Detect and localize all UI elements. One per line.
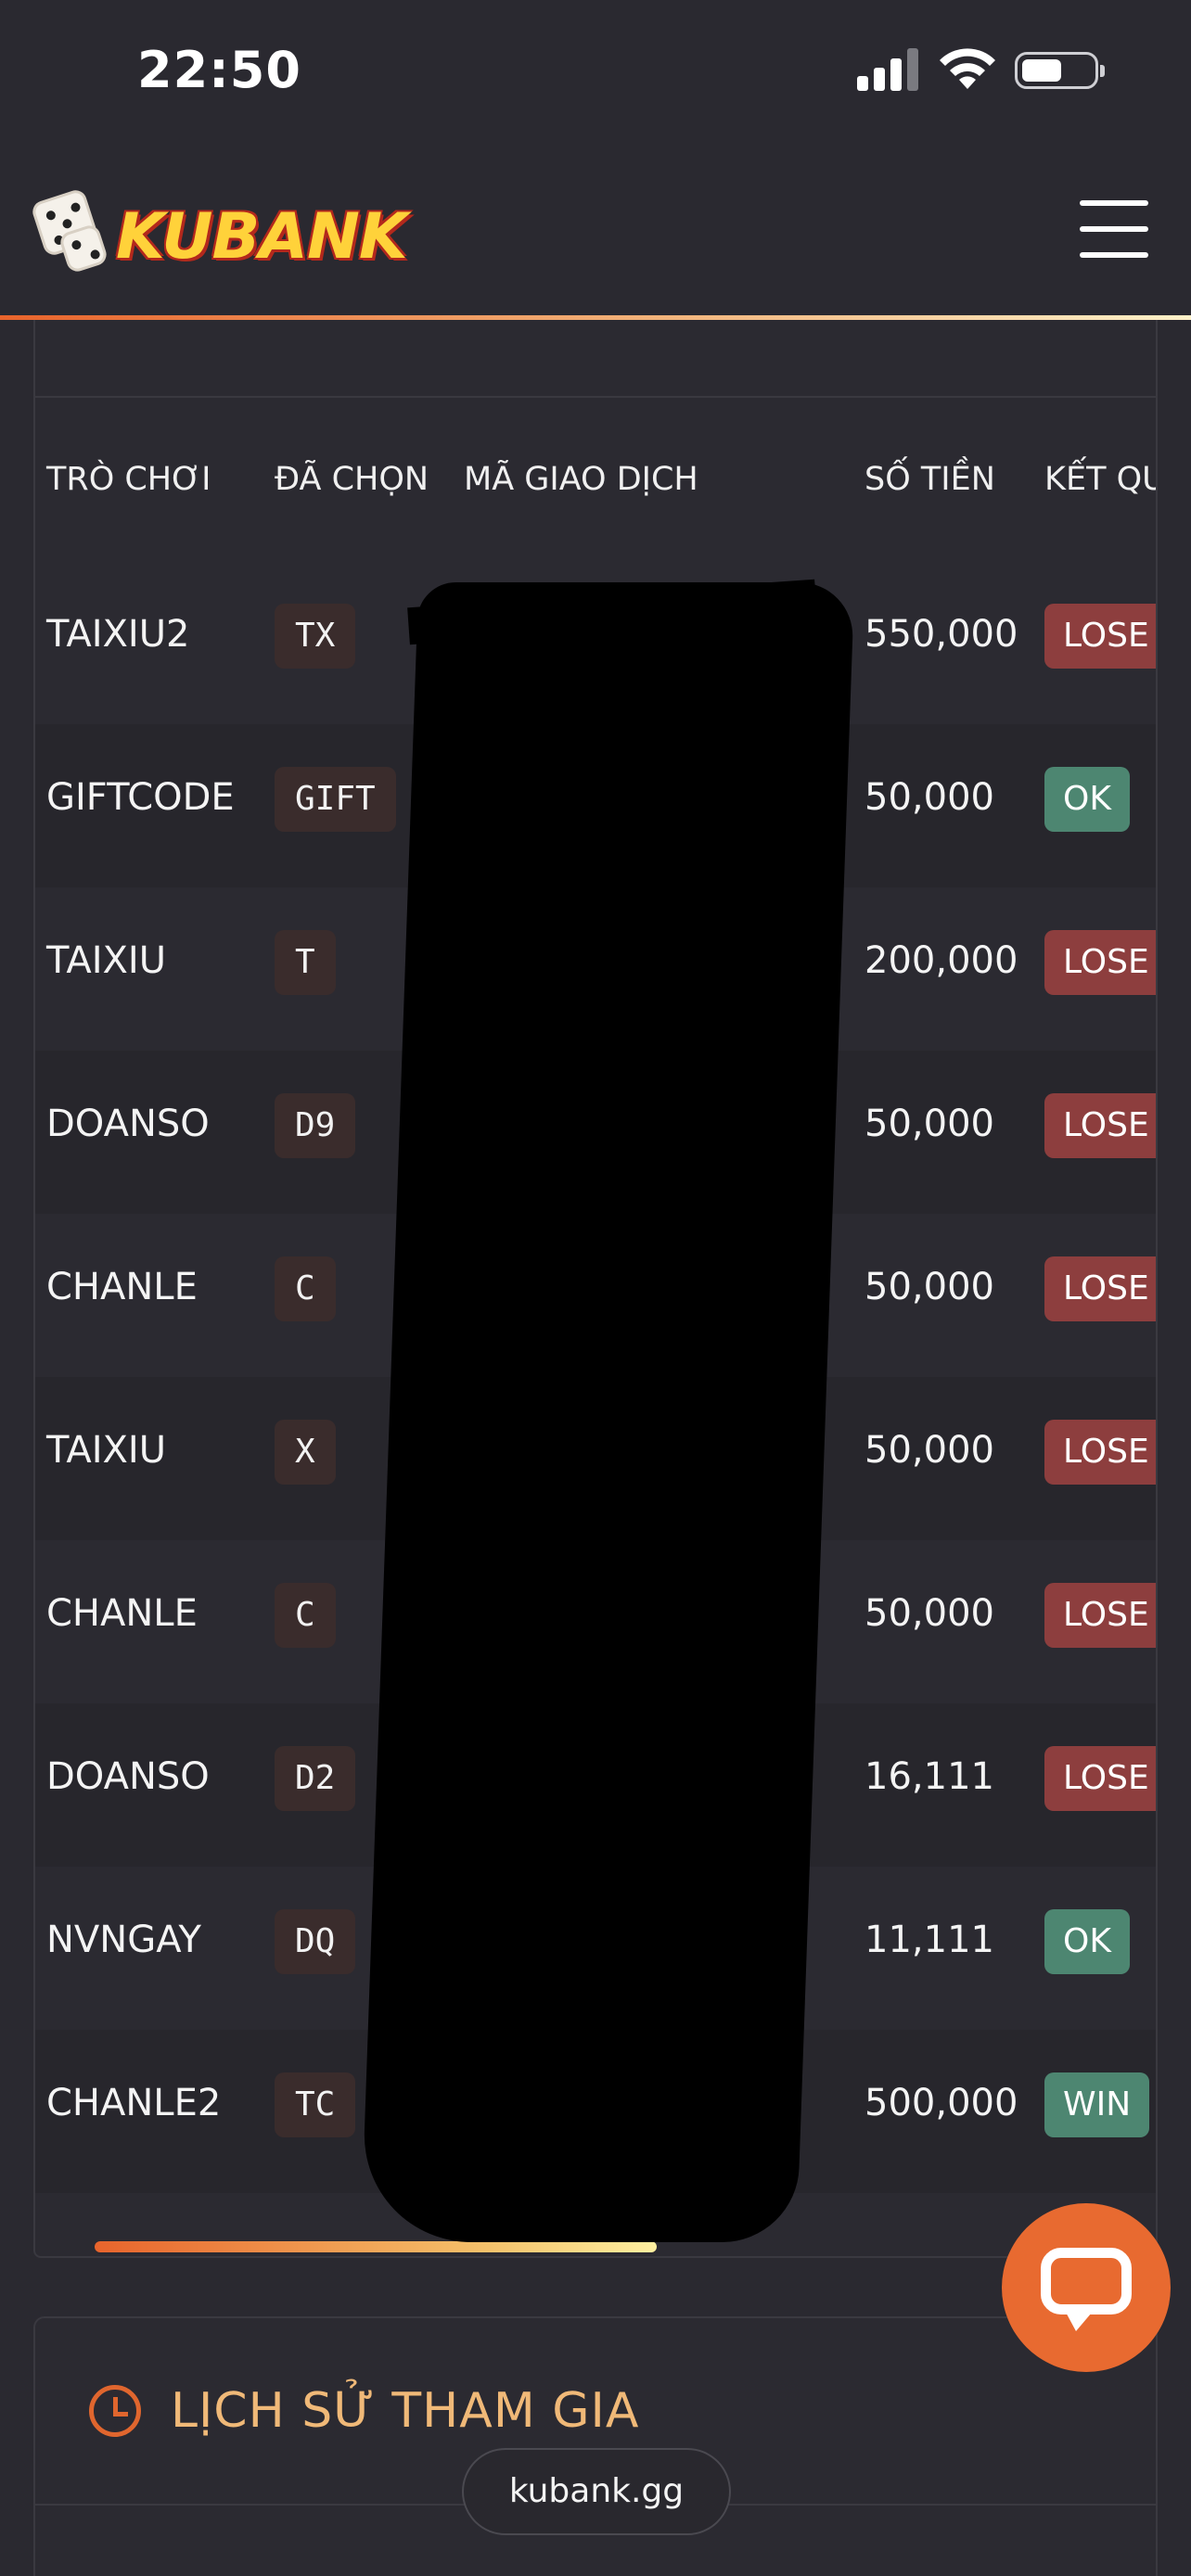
chat-icon-tail [1063,2307,1096,2331]
column-header-pick: ĐÃ CHỌN [275,461,429,498]
pick-badge: C [275,1583,336,1648]
cell-game: DOANSO [46,1103,210,1145]
cell-game: CHANLE2 [46,2082,222,2124]
header-accent-line [0,315,1191,320]
status-bar: 22:50 [0,0,1191,139]
battery-icon [1015,52,1105,89]
cell-amount: 500,000 [864,2082,1018,2124]
signal-icon [857,48,920,91]
result-badge: LOSE [1044,1583,1156,1648]
result-badge: OK [1044,767,1130,832]
cell-game: CHANLE [46,1592,198,1635]
pick-badge: T [275,930,336,995]
cell-amount: 50,000 [864,1103,994,1145]
column-header-amount: SỐ TIỀN [864,461,995,498]
pick-badge: D9 [275,1093,356,1158]
result-badge: LOSE [1044,1256,1156,1321]
result-badge: LOSE [1044,930,1156,995]
chat-button[interactable] [1002,2203,1171,2372]
wifi-icon [940,48,995,89]
chat-icon [1041,2248,1132,2315]
history-title: LỊCH SỬ THAM GIA [171,2383,640,2439]
column-header-transaction: MÃ GIAO DỊCH [464,461,698,498]
site-header: KUBANK [0,139,1191,320]
pick-badge: TX [275,604,356,669]
table-header: TRÒ CHƠI ĐÃ CHỌN MÃ GIAO DỊCH SỐ TIỀN KẾ… [35,398,1156,561]
cell-game: CHANLE [46,1266,198,1308]
column-header-game: TRÒ CHƠI [46,461,211,498]
cell-game: DOANSO [46,1755,210,1798]
redaction-mark [360,582,855,2242]
horizontal-scrollbar[interactable] [95,2241,1133,2252]
cell-amount: 11,111 [864,1919,994,1961]
cell-amount: 50,000 [864,776,994,819]
cell-amount: 50,000 [864,1592,994,1635]
pick-badge: C [275,1256,336,1321]
cell-game: NVNGAY [46,1919,201,1961]
history-card: LỊCH SỬ THAM GIA [33,2316,1158,2576]
pick-badge: DQ [275,1909,356,1974]
cell-amount: 50,000 [864,1266,994,1308]
result-badge: OK [1044,1909,1130,1974]
result-badge: LOSE [1044,1420,1156,1485]
pick-badge: D2 [275,1746,356,1811]
scrollbar-thumb[interactable] [95,2241,657,2252]
kubank-logo[interactable]: KUBANK [30,172,492,291]
result-badge: LOSE [1044,1093,1156,1158]
menu-button[interactable] [1080,200,1148,258]
pick-badge: GIFT [275,767,396,832]
cell-game: TAIXIU [46,939,166,982]
cell-game: GIFTCODE [46,776,235,819]
column-header-result: KẾT QU [1044,461,1158,498]
cell-game: TAIXIU [46,1429,166,1472]
clock-icon [89,2385,141,2437]
result-badge: WIN [1044,2072,1150,2137]
cell-amount: 50,000 [864,1429,994,1472]
pick-badge: X [275,1420,336,1485]
cell-amount: 16,111 [864,1755,994,1798]
cell-game: TAIXIU2 [46,613,190,656]
browser-url-pill[interactable]: kubank.gg [462,2448,731,2535]
logo-text: KUBANK [116,200,408,274]
result-badge: LOSE [1044,1746,1156,1811]
cell-amount: 200,000 [864,939,1018,982]
result-badge: LOSE [1044,604,1156,669]
cell-amount: 550,000 [864,613,1018,656]
card-header-strip [35,320,1156,398]
status-time: 22:50 [137,41,301,99]
pick-badge: TC [275,2072,356,2137]
